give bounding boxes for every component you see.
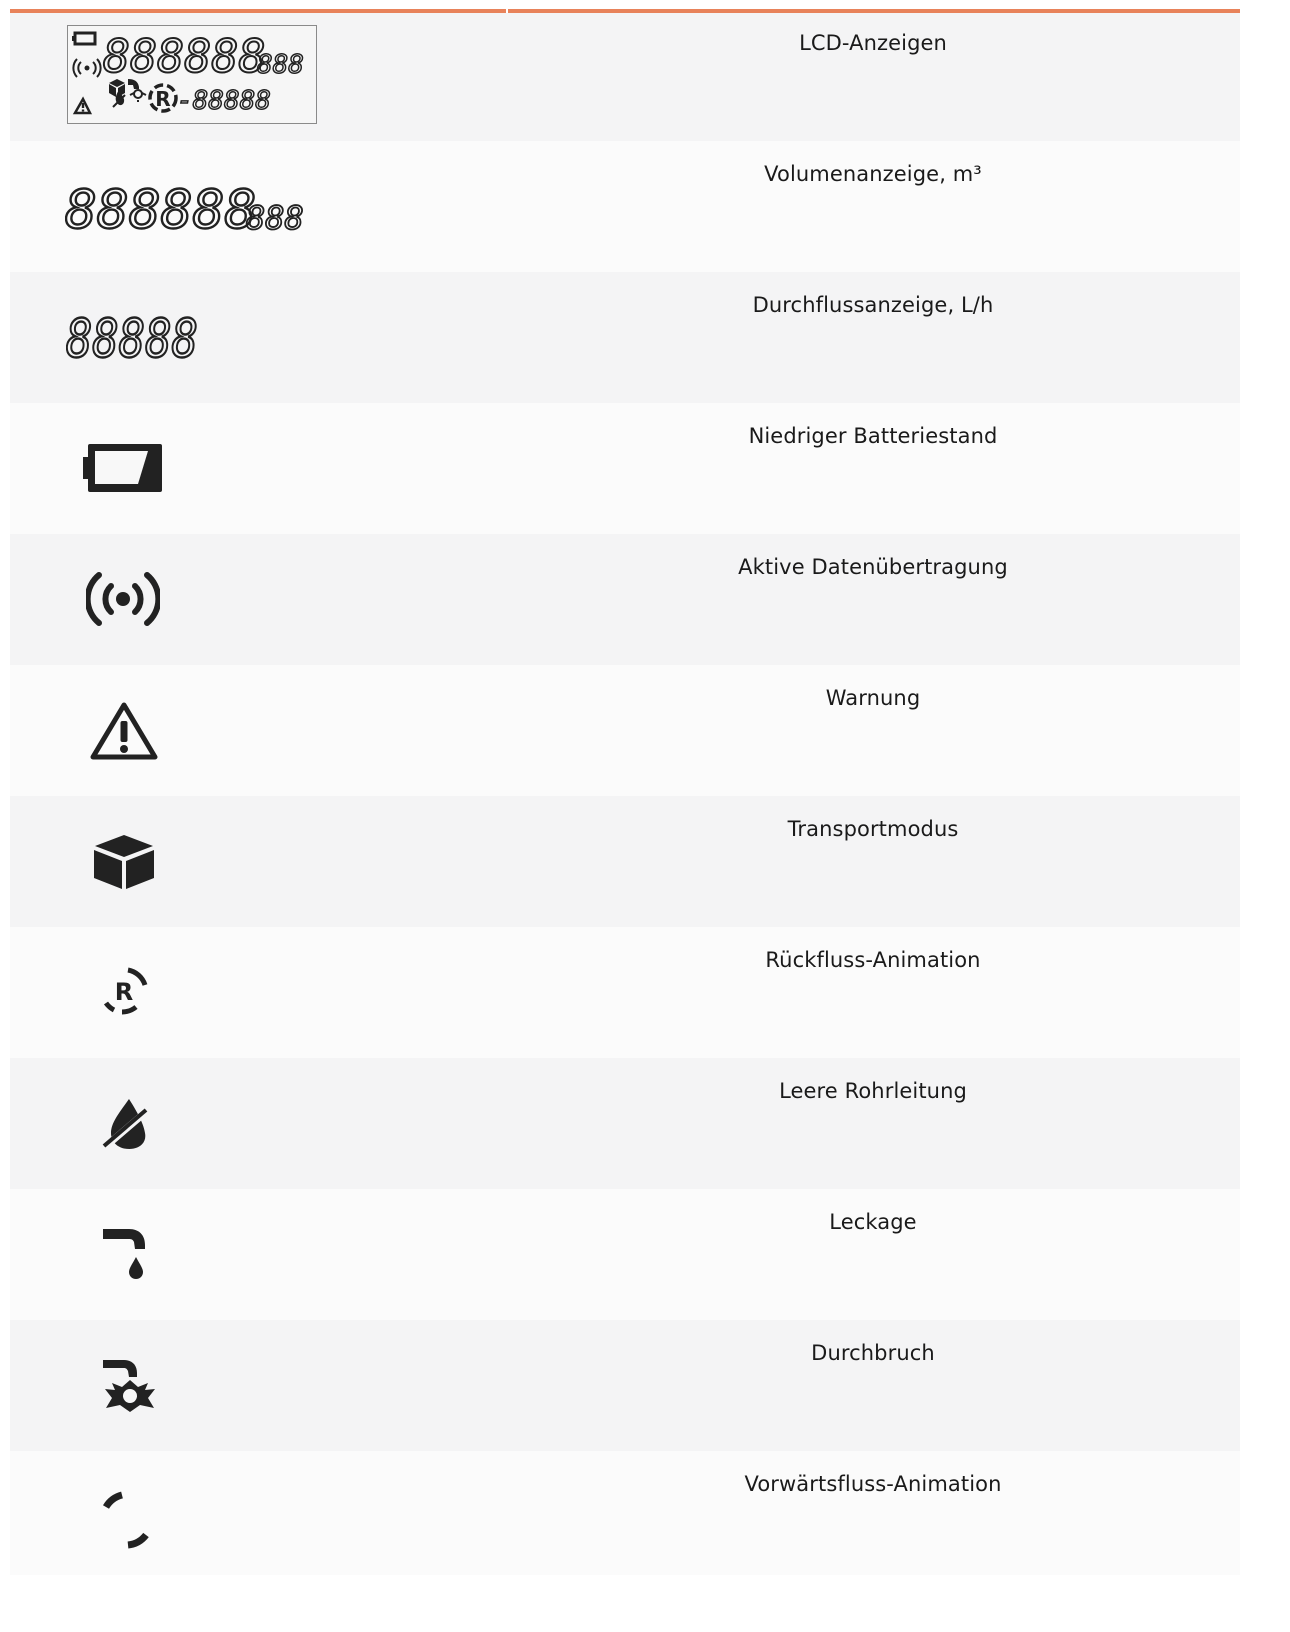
table-row: 888888 888 Volumenanzeige, m³ bbox=[10, 141, 1240, 272]
lcd-volume-digits: 888888 bbox=[103, 30, 266, 83]
row-label: Leere Rohrleitung bbox=[779, 1079, 967, 1103]
flow-display-digits-icon: 88888 bbox=[66, 305, 206, 365]
row-label: Rückfluss-Animation bbox=[765, 948, 981, 972]
table-row: Warnung bbox=[10, 665, 1240, 796]
leakage-icon bbox=[101, 1223, 151, 1283]
row-label: Transportmodus bbox=[787, 817, 959, 841]
forward-flow-animation-icon bbox=[98, 1487, 158, 1553]
row-label: Leckage bbox=[829, 1210, 917, 1234]
svg-text:R: R bbox=[115, 978, 133, 1006]
row-label: Warnung bbox=[825, 686, 921, 710]
warning-triangle-icon bbox=[89, 701, 159, 761]
radio-transmission-icon bbox=[86, 570, 160, 628]
volume-decimals: 888 bbox=[246, 199, 304, 236]
lcd-volume-decimals: 888 bbox=[257, 50, 304, 80]
low-battery-icon bbox=[82, 442, 164, 494]
table-row: Vorwärtsfluss-Animation bbox=[10, 1451, 1240, 1575]
lcd-symbol-table: 888888 888 R -88888 LCD-Anzeigen 888888 … bbox=[10, 9, 1240, 1575]
table-row: Niedriger Batteriestand bbox=[10, 403, 1240, 534]
empty-pipe-icon bbox=[101, 1095, 151, 1151]
row-label: LCD-Anzeigen bbox=[799, 31, 947, 55]
row-label: Aktive Datenübertragung bbox=[738, 555, 1008, 579]
table-row: R Rückfluss-Animation bbox=[10, 927, 1240, 1058]
row-label: Vorwärtsfluss-Animation bbox=[744, 1472, 1002, 1496]
table-row: Transportmodus bbox=[10, 796, 1240, 927]
table-row: Leere Rohrleitung bbox=[10, 1058, 1240, 1189]
table-row: 888888 888 R -88888 LCD-Anzeigen bbox=[10, 13, 1240, 141]
table-row: Durchbruch bbox=[10, 1320, 1240, 1451]
table-row: Aktive Datenübertragung bbox=[10, 534, 1240, 665]
table-row: Leckage bbox=[10, 1189, 1240, 1320]
burst-icon bbox=[100, 1356, 156, 1416]
lcd-display-overview-icon: 888888 888 R -88888 bbox=[67, 25, 317, 124]
table-row: 88888 Durchflussanzeige, L/h bbox=[10, 272, 1240, 403]
row-label: Niedriger Batteriestand bbox=[748, 424, 998, 448]
row-label: Durchflussanzeige, L/h bbox=[752, 293, 994, 317]
backflow-animation-icon: R bbox=[100, 965, 150, 1017]
volume-display-digits-icon: 888888 888 bbox=[65, 176, 315, 236]
lcd-lower-digits: -88888 bbox=[177, 86, 271, 116]
row-label: Durchbruch bbox=[811, 1341, 935, 1365]
transport-box-icon bbox=[92, 833, 156, 891]
svg-text:R: R bbox=[155, 87, 170, 111]
flow-digits: 88888 bbox=[66, 309, 198, 365]
row-label: Volumenanzeige, m³ bbox=[764, 162, 982, 186]
volume-digits: 888888 bbox=[65, 180, 256, 236]
